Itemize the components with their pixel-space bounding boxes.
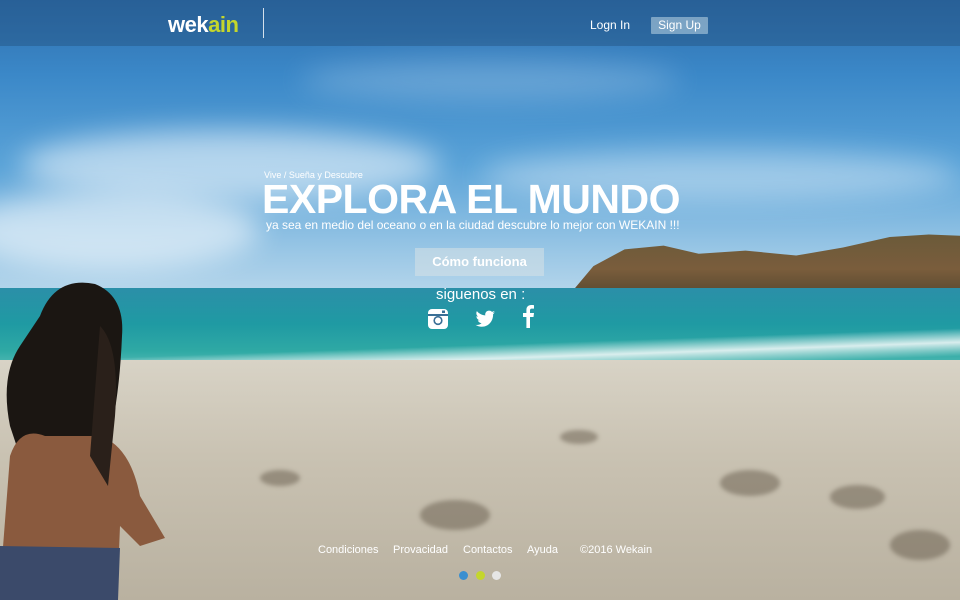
wekain-logo[interactable]: wekain — [168, 12, 239, 38]
hero-headline: EXPLORA EL MUNDO — [262, 176, 680, 222]
carousel-dot-1[interactable] — [459, 571, 468, 580]
instagram-icon[interactable] — [426, 307, 450, 331]
how-it-works-button[interactable]: Cómo funciona — [415, 248, 544, 276]
footer-link-privacy[interactable]: Provacidad — [393, 544, 448, 556]
person-silhouette — [0, 282, 165, 600]
footprint — [560, 430, 598, 444]
logo-text-main: wek — [168, 12, 209, 37]
footer-link-conditions[interactable]: Condiciones — [318, 544, 379, 556]
carousel-dot-2[interactable] — [476, 571, 485, 580]
footprint — [830, 485, 885, 509]
footprint — [260, 470, 300, 486]
hero-subheadline: ya sea en medio del oceano o en la ciuda… — [266, 218, 680, 232]
carousel-dot-3[interactable] — [492, 571, 501, 580]
footer-link-help[interactable]: Ayuda — [527, 544, 558, 556]
facebook-icon[interactable] — [516, 304, 540, 328]
follow-us-label: siguenos en : — [436, 286, 526, 303]
logo-text-accent: ain — [208, 12, 239, 37]
logo-divider — [263, 8, 264, 38]
footer-link-contacts[interactable]: Contactos — [463, 544, 513, 556]
header-bar — [0, 0, 960, 46]
cloud — [300, 60, 680, 100]
signup-button[interactable]: Sign Up — [651, 17, 708, 34]
twitter-icon[interactable] — [473, 307, 497, 331]
copyright-text: ©2016 Wekain — [580, 544, 653, 556]
footprint — [890, 530, 950, 560]
footprint — [420, 500, 490, 530]
footprint — [720, 470, 780, 496]
login-link[interactable]: Logn In — [590, 18, 630, 32]
